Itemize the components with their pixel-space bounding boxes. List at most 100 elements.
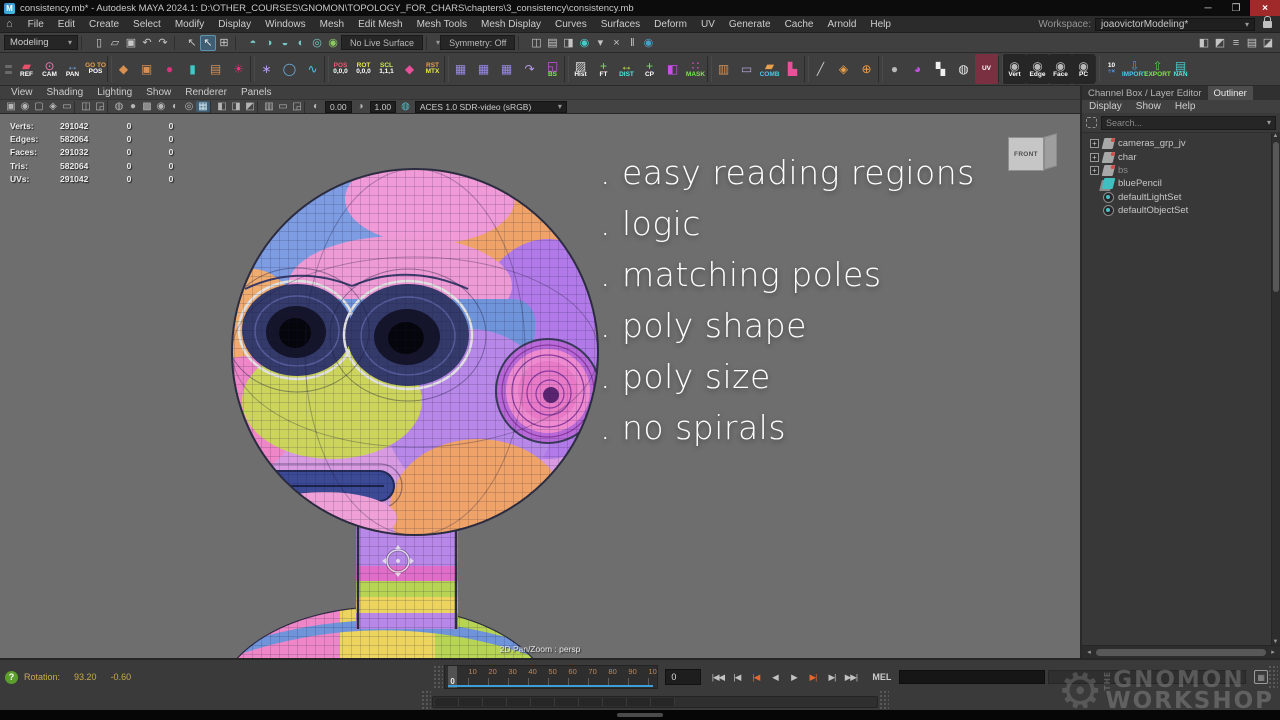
blend-shape-shelf-button[interactable]: ◱ BS xyxy=(541,54,564,84)
save-scene-button[interactable]: ▣ xyxy=(123,35,139,51)
select-tool-button[interactable]: ↖ xyxy=(184,35,200,51)
help-icon[interactable]: ? xyxy=(5,671,18,684)
uv-grid-shelf-button[interactable]: ◍ xyxy=(952,54,975,84)
go-to-end-button[interactable]: ▶▶| xyxy=(841,669,860,685)
menu-item[interactable]: Edit xyxy=(51,19,82,30)
menu-item[interactable]: Cache xyxy=(778,19,821,30)
maximize-button[interactable]: ❐ xyxy=(1222,0,1250,16)
expand-icon[interactable]: + xyxy=(1090,166,1099,175)
animation-preferences-icon[interactable]: ▦ xyxy=(1254,670,1268,684)
expand-icon[interactable]: + xyxy=(1090,153,1099,162)
occlusion-icon[interactable]: ◎ xyxy=(182,101,196,112)
scroll-up-icon[interactable]: ▲ xyxy=(1272,133,1279,139)
outliner-menu-item[interactable]: Help xyxy=(1168,101,1203,112)
isolate-select-icon[interactable]: ◧ xyxy=(215,101,229,112)
redo-button[interactable]: ↷ xyxy=(155,35,171,51)
step-back-frame-button[interactable]: |◀ xyxy=(727,669,746,685)
zero-position-shelf-button[interactable]: POS 0,0,0 xyxy=(329,54,352,84)
view-cube-side-face[interactable] xyxy=(1044,133,1057,170)
wire-cube-shelf-button-3[interactable]: ▦ xyxy=(495,54,518,84)
locator-shelf-button[interactable]: ∗ xyxy=(255,54,278,84)
tool-settings-toggle[interactable]: ▤ xyxy=(1244,35,1260,51)
anti-alias-icon[interactable]: ▦ xyxy=(196,101,210,112)
poly-cube-shelf-button[interactable]: ▣ xyxy=(135,54,158,84)
menu-item[interactable]: Help xyxy=(863,19,898,30)
menu-item[interactable]: Modify xyxy=(168,19,211,30)
panel-menu-item[interactable]: Lighting xyxy=(90,87,139,98)
wireframe-icon[interactable]: ◍ xyxy=(112,101,126,112)
scroll-thumb[interactable] xyxy=(1273,142,1279,292)
checker-shelf-button[interactable]: ▚ xyxy=(929,54,952,84)
tab-outliner[interactable]: Outliner xyxy=(1208,86,1253,100)
component-select-button[interactable]: ⊞ xyxy=(216,35,232,51)
menu-item[interactable]: Surfaces xyxy=(594,19,647,30)
poly-sun-shelf-button[interactable]: ☀ xyxy=(227,54,250,84)
drag-handle[interactable] xyxy=(1268,665,1278,689)
shaded-mode-icon[interactable]: ● xyxy=(126,101,140,112)
modeling-toolkit-toggle[interactable]: ◧ xyxy=(1196,35,1212,51)
menu-item[interactable]: Edit Mesh xyxy=(351,19,409,30)
menu-item[interactable]: Windows xyxy=(258,19,313,30)
outliner-item[interactable]: + cameras_grp_jv xyxy=(1082,137,1280,150)
channel-box-toggle[interactable]: ◪ xyxy=(1260,35,1276,51)
gamma-icon[interactable]: ◑ xyxy=(354,101,368,112)
menu-item[interactable]: Select xyxy=(126,19,168,30)
mel-label[interactable]: MEL xyxy=(872,672,891,682)
center-pivot-shelf-button[interactable]: + CP xyxy=(638,54,661,84)
wire-cube-shelf-button-1[interactable]: ▦ xyxy=(449,54,472,84)
drag-handle[interactable] xyxy=(433,665,443,689)
menu-item[interactable]: Mesh xyxy=(313,19,351,30)
shadows-icon[interactable]: ◐ xyxy=(168,101,182,112)
cam-shelf-button[interactable]: ⊙ CAM xyxy=(38,54,61,84)
menu-set-selector[interactable]: Modeling ▾ xyxy=(4,35,78,50)
view-cube-front-face[interactable]: FRONT xyxy=(1008,137,1044,171)
poly-barrel-shelf-button[interactable]: ▤ xyxy=(204,54,227,84)
jack-shelf-button[interactable]: ⊕ xyxy=(855,54,878,84)
camera-attributes-icon[interactable]: ▢ xyxy=(32,101,46,112)
use-lights-icon[interactable]: ◉ xyxy=(154,101,168,112)
nan-shelf-button[interactable]: ▤ NAN xyxy=(1169,54,1192,84)
ref-shelf-button[interactable]: ▰ REF xyxy=(15,54,38,84)
new-scene-button[interactable]: ▯ xyxy=(91,35,107,51)
quad-draw-shelf-button[interactable]: ▙ xyxy=(781,54,804,84)
outliner-item[interactable]: + char xyxy=(1082,150,1280,163)
textured-mode-icon[interactable]: ▩ xyxy=(140,101,154,112)
panel-menu-item[interactable]: Panels xyxy=(234,87,279,98)
filter-icon[interactable] xyxy=(1086,117,1097,128)
nurbs-circle-shelf-button[interactable]: ◯ xyxy=(278,54,301,84)
viewport-canvas[interactable]: Verts: 291042 0 0 Edges: 582064 0 0 xyxy=(0,114,1080,658)
view-cube[interactable]: FRONT xyxy=(1008,134,1060,174)
go-to-start-button[interactable]: |◀◀ xyxy=(708,669,727,685)
lattice-shelf-button[interactable]: ▭ xyxy=(735,54,758,84)
move-tool-button[interactable]: ↖ xyxy=(200,35,216,51)
play-backwards-button[interactable]: ◀ xyxy=(765,669,784,685)
field-chart-icon[interactable]: ▥ xyxy=(262,101,276,112)
outliner-item[interactable]: + defaultObjectSet xyxy=(1082,204,1280,217)
poly-sphere-shelf-button[interactable]: ● xyxy=(158,54,181,84)
history-shelf-button[interactable]: ▨ Hist xyxy=(569,54,592,84)
character-controls-toggle[interactable]: ◩ xyxy=(1212,35,1228,51)
expand-icon[interactable]: + xyxy=(1090,139,1099,148)
minimize-button[interactable]: ─ xyxy=(1194,0,1222,16)
cut-section-button[interactable]: × xyxy=(608,35,624,51)
edge-visibility-shelf-button[interactable]: ◉ Edge xyxy=(1026,54,1049,84)
attribute-editor-toggle[interactable]: ≡ xyxy=(1228,35,1244,51)
range-slider[interactable] xyxy=(432,696,878,708)
go-to-pos-shelf-button[interactable]: GO TO POS xyxy=(84,54,107,84)
snap-to-center-button[interactable]: ◎ xyxy=(309,35,325,51)
gate-mask-icon[interactable]: ◲ xyxy=(290,101,304,112)
outliner-menu-item[interactable]: Display xyxy=(1082,101,1129,112)
outliner-tree[interactable]: + cameras_grp_jv + char + xyxy=(1082,132,1280,645)
panel-menu-item[interactable]: Renderer xyxy=(178,87,234,98)
menu-item[interactable]: Display xyxy=(211,19,258,30)
arnold-render-button[interactable]: ◉ xyxy=(640,35,656,51)
menu-item[interactable]: Mesh Display xyxy=(474,19,548,30)
menu-item[interactable]: UV xyxy=(694,19,722,30)
scroll-thumb[interactable] xyxy=(1096,649,1266,656)
open-scene-button[interactable]: ▱ xyxy=(107,35,123,51)
reset-scale-shelf-button[interactable]: SCL 1,1,1 xyxy=(375,54,398,84)
outliner-item[interactable]: + bs xyxy=(1082,164,1280,177)
pause-viewport-button[interactable]: ‖ xyxy=(624,35,640,51)
menu-item[interactable]: Arnold xyxy=(820,19,863,30)
workspace-selector[interactable]: joaovictorModeling* ▾ xyxy=(1095,18,1255,31)
